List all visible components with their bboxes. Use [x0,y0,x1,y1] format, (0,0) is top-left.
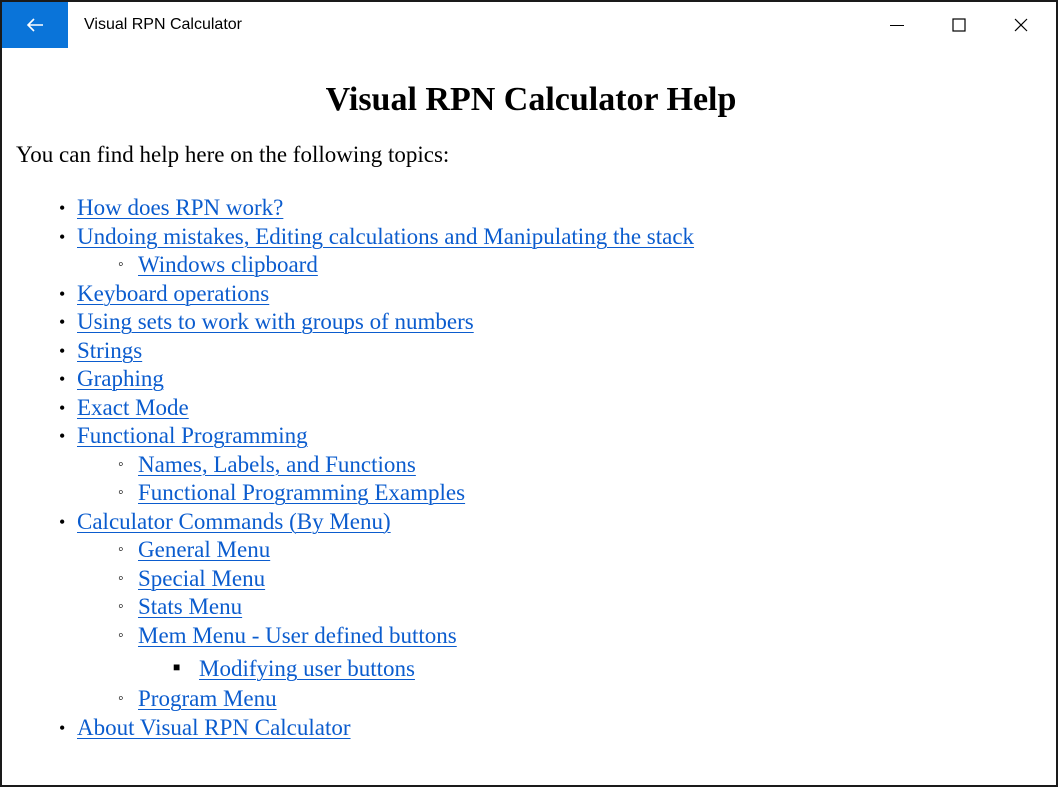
close-button[interactable] [990,2,1052,48]
help-content: Visual RPN Calculator Help You can find … [16,48,1046,785]
subtopic-item: ◦ Special Menu [118,565,1046,594]
subtopic-item: ◦ Names, Labels, and Functions [118,451,1046,480]
topic-link-how-rpn-works[interactable]: How does RPN work? [77,195,283,220]
topic-item: • Using sets to work with groups of numbe… [59,308,1046,337]
bullet: ◦ [118,598,124,615]
topic-link-about[interactable]: About Visual RPN Calculator [77,715,351,740]
bullet: • [59,283,66,304]
subsubtopic-list: ■ Modifying user buttons [138,650,1046,685]
back-button[interactable] [2,2,68,48]
bullet: • [59,397,66,418]
bullet: • [59,717,66,738]
bullet: • [59,198,66,218]
close-icon [1014,18,1028,32]
app-window: Visual RPN Calculator Visual RPN Calcula… [0,0,1058,787]
topic-item: • Exact Mode [59,394,1046,423]
topic-item: • Keyboard operations [59,280,1046,309]
bullet: ◦ [118,484,124,501]
topic-item: • Functional Programming ◦ Names, Labels, … [59,422,1046,508]
topic-list: • How does RPN work? • Undoing mistakes, E… [16,194,1046,742]
bullet: ◦ [118,541,124,558]
bullet: ◦ [118,455,124,473]
topic-link-windows-clipboard[interactable]: Windows clipboard [138,252,318,277]
bullet: ■ [173,660,181,674]
bullet: • [59,340,66,361]
bullet: ◦ [118,569,124,587]
subtopic-list: ◦ Names, Labels, and Functions ◦ Functiona… [77,451,1046,508]
topic-link-graphing[interactable]: Graphing [77,366,164,391]
topic-item: • Strings [59,337,1046,366]
topic-link-functional-programming[interactable]: Functional Programming [77,423,308,448]
subtopic-item: ◦ Functional Programming Examples [118,479,1046,508]
topic-link-fp-examples[interactable]: Functional Programming Examples [138,480,465,505]
topic-link-special-menu[interactable]: Special Menu [138,566,265,591]
topic-link-modifying-user-buttons[interactable]: Modifying user buttons [199,656,415,681]
topic-link-undoing-mistakes[interactable]: Undoing mistakes, Editing calculations a… [77,224,694,249]
topic-item: • Graphing [59,365,1046,394]
topic-item: • Calculator Commands (By Menu) ◦ General … [59,508,1046,714]
arrow-left-icon [26,18,43,32]
minimize-button[interactable] [866,2,928,48]
topic-link-strings[interactable]: Strings [77,338,142,363]
topic-link-exact-mode[interactable]: Exact Mode [77,395,189,420]
maximize-icon [952,18,966,32]
subtopic-item: ◦ Windows clipboard [118,251,1046,280]
subtopic-item: ◦ General Menu [118,536,1046,565]
page-title: Visual RPN Calculator Help [325,81,737,118]
topic-link-using-sets[interactable]: Using sets to work with groups of number… [77,309,474,334]
topic-item: • Undoing mistakes, Editing calculations … [59,223,1046,280]
topic-link-keyboard-operations[interactable]: Keyboard operations [77,281,269,306]
bullet: • [59,426,66,446]
topic-link-names-labels-functions[interactable]: Names, Labels, and Functions [138,452,416,477]
bullet: • [59,511,66,532]
topic-link-general-menu[interactable]: General Menu [138,537,270,562]
minimize-icon [890,25,904,26]
topic-item: • About Visual RPN Calculator [59,714,1046,743]
subsubtopic-item: ■ Modifying user buttons [173,650,1046,685]
bullet: • [59,226,66,247]
bullet: ◦ [118,626,124,644]
maximize-button[interactable] [928,2,990,48]
subtopic-item: ◦ Stats Menu [118,593,1046,622]
bullet: ◦ [118,256,124,273]
bullet: • [59,369,66,389]
topic-link-stats-menu[interactable]: Stats Menu [138,594,242,619]
subtopic-item: ◦ Program Menu [118,685,1046,714]
bullet: • [59,312,66,332]
bullet: ◦ [118,690,124,707]
subtopic-list: ◦ General Menu ◦ Special Menu ◦ Stats Menu … [77,536,1046,714]
subtopic-item: ◦ Mem Menu - User defined buttons ■ Modify… [118,622,1046,686]
title-bar: Visual RPN Calculator [2,2,1056,48]
topic-link-mem-menu[interactable]: Mem Menu - User defined buttons [138,623,457,648]
intro-text: You can find help here on the following … [16,142,450,167]
topic-link-calculator-commands[interactable]: Calculator Commands (By Menu) [77,509,391,534]
subtopic-list: ◦ Windows clipboard [77,251,1046,280]
topic-item: • How does RPN work? [59,194,1046,223]
window-title: Visual RPN Calculator [84,16,242,33]
topic-link-program-menu[interactable]: Program Menu [138,686,277,711]
